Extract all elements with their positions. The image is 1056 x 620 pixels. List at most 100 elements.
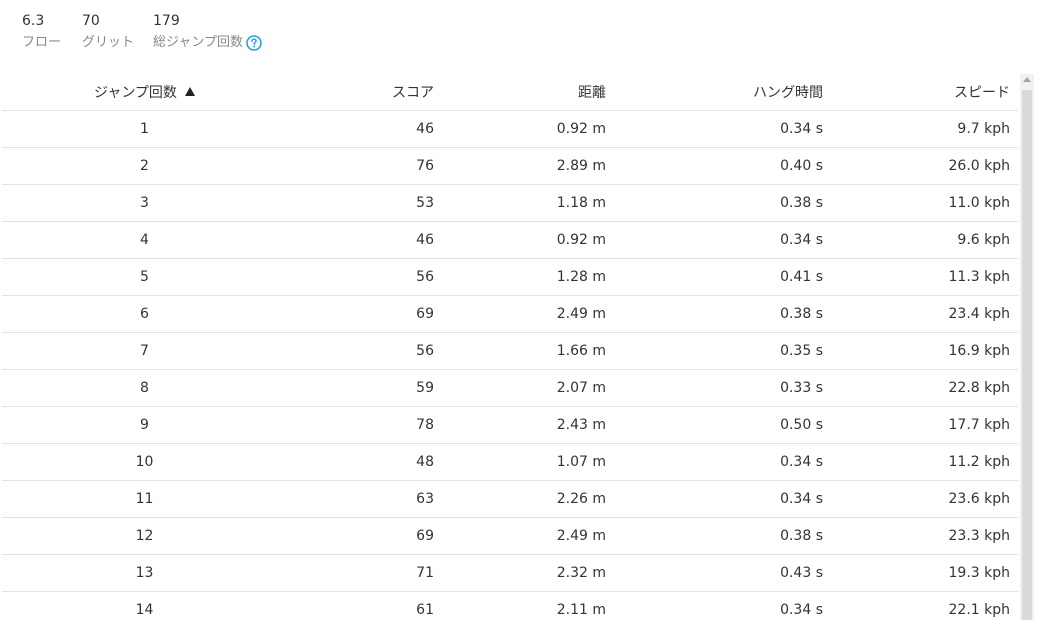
cell-speed: 9.6 kph <box>823 221 1018 259</box>
cell-speed: 23.6 kph <box>823 480 1018 518</box>
cell-score: 56 <box>287 332 434 370</box>
cell-speed: 23.3 kph <box>823 517 1018 555</box>
stat-grit-label: グリット <box>82 35 135 50</box>
cell-jump-number: 13 <box>2 554 287 592</box>
table-row[interactable]: 8 59 2.07 m 0.33 s 22.8 kph <box>2 369 1018 407</box>
stat-total-jumps-value: 179 <box>153 13 180 29</box>
cell-distance: 1.18 m <box>434 184 606 222</box>
cell-score: 71 <box>287 554 434 592</box>
stat-total-jumps-label: 総ジャンプ回数 <box>153 35 243 50</box>
cell-jump-number: 10 <box>2 443 287 481</box>
cell-score: 46 <box>287 221 434 259</box>
table-row[interactable]: 9 78 2.43 m 0.50 s 17.7 kph <box>2 406 1018 444</box>
cell-hang-time: 0.38 s <box>606 295 823 333</box>
column-header-score[interactable]: スコア <box>287 74 434 111</box>
table-row[interactable]: 4 46 0.92 m 0.34 s 9.6 kph <box>2 221 1018 259</box>
stat-flow: 6.3 フロー <box>22 12 82 52</box>
cell-hang-time: 0.40 s <box>606 147 823 185</box>
cell-speed: 11.3 kph <box>823 258 1018 296</box>
cell-distance: 2.32 m <box>434 554 606 592</box>
cell-jump-number: 7 <box>2 332 287 370</box>
stats-summary: 6.3 フロー 70 グリット 179 総ジャンプ回数 <box>22 12 273 52</box>
cell-score: 69 <box>287 517 434 555</box>
cell-hang-time: 0.35 s <box>606 332 823 370</box>
sort-ascending-icon <box>184 86 195 96</box>
cell-distance: 2.11 m <box>434 591 606 620</box>
scrollbar-thumb[interactable] <box>1022 90 1032 620</box>
cell-score: 53 <box>287 184 434 222</box>
cell-speed: 11.0 kph <box>823 184 1018 222</box>
column-header-distance[interactable]: 距離 <box>434 74 606 111</box>
cell-score: 61 <box>287 591 434 620</box>
cell-speed: 22.1 kph <box>823 591 1018 620</box>
vertical-scrollbar[interactable] <box>1020 74 1034 620</box>
cell-jump-number: 2 <box>2 147 287 185</box>
cell-score: 46 <box>287 110 434 148</box>
cell-speed: 26.0 kph <box>823 147 1018 185</box>
jumps-table-container: ジャンプ回数 スコア 距離 ハング時間 スピード 1 46 0.92 m 0.34 s… <box>2 74 1018 620</box>
table-row[interactable]: 7 56 1.66 m 0.35 s 16.9 kph <box>2 332 1018 370</box>
column-header-label: ジャンプ回数 <box>94 85 177 101</box>
cell-speed: 17.7 kph <box>823 406 1018 444</box>
cell-distance: 0.92 m <box>434 221 606 259</box>
table-row[interactable]: 11 63 2.26 m 0.34 s 23.6 kph <box>2 480 1018 518</box>
cell-jump-number: 4 <box>2 221 287 259</box>
cell-speed: 22.8 kph <box>823 369 1018 407</box>
table-row[interactable]: 13 71 2.32 m 0.43 s 19.3 kph <box>2 554 1018 592</box>
cell-hang-time: 0.38 s <box>606 517 823 555</box>
column-header-jump-count[interactable]: ジャンプ回数 <box>2 74 287 111</box>
table-row[interactable]: 14 61 2.11 m 0.34 s 22.1 kph <box>2 591 1018 620</box>
jumps-table: ジャンプ回数 スコア 距離 ハング時間 スピード 1 46 0.92 m 0.34 s… <box>2 74 1018 620</box>
cell-speed: 23.4 kph <box>823 295 1018 333</box>
cell-jump-number: 12 <box>2 517 287 555</box>
table-row[interactable]: 6 69 2.49 m 0.38 s 23.4 kph <box>2 295 1018 333</box>
cell-jump-number: 14 <box>2 591 287 620</box>
cell-jump-number: 5 <box>2 258 287 296</box>
cell-hang-time: 0.50 s <box>606 406 823 444</box>
stat-flow-label: フロー <box>22 35 62 50</box>
scroll-up-arrow-icon[interactable] <box>1023 77 1031 82</box>
cell-score: 56 <box>287 258 434 296</box>
cell-score: 59 <box>287 369 434 407</box>
cell-jump-number: 8 <box>2 369 287 407</box>
stat-total-jumps: 179 総ジャンプ回数 <box>153 12 273 52</box>
cell-jump-number: 9 <box>2 406 287 444</box>
cell-score: 63 <box>287 480 434 518</box>
table-row[interactable]: 3 53 1.18 m 0.38 s 11.0 kph <box>2 184 1018 222</box>
cell-hang-time: 0.38 s <box>606 184 823 222</box>
cell-hang-time: 0.34 s <box>606 480 823 518</box>
cell-hang-time: 0.41 s <box>606 258 823 296</box>
table-body: 1 46 0.92 m 0.34 s 9.7 kph 2 76 2.89 m 0.40 s 26.… <box>2 110 1018 620</box>
cell-jump-number: 1 <box>2 110 287 148</box>
table-header-row: ジャンプ回数 スコア 距離 ハング時間 スピード <box>2 74 1018 111</box>
cell-score: 78 <box>287 406 434 444</box>
cell-hang-time: 0.43 s <box>606 554 823 592</box>
cell-hang-time: 0.34 s <box>606 443 823 481</box>
table-row[interactable]: 12 69 2.49 m 0.38 s 23.3 kph <box>2 517 1018 555</box>
sort-control[interactable]: ジャンプ回数 <box>94 82 195 102</box>
question-circle-icon[interactable] <box>246 35 262 51</box>
cell-jump-number: 6 <box>2 295 287 333</box>
cell-distance: 2.49 m <box>434 295 606 333</box>
cell-speed: 19.3 kph <box>823 554 1018 592</box>
cell-distance: 2.07 m <box>434 369 606 407</box>
cell-speed: 9.7 kph <box>823 110 1018 148</box>
cell-distance: 2.49 m <box>434 517 606 555</box>
cell-hang-time: 0.34 s <box>606 221 823 259</box>
stat-grit-value: 70 <box>82 13 100 29</box>
cell-hang-time: 0.33 s <box>606 369 823 407</box>
cell-score: 69 <box>287 295 434 333</box>
cell-hang-time: 0.34 s <box>606 591 823 620</box>
cell-distance: 2.89 m <box>434 147 606 185</box>
column-header-hang-time[interactable]: ハング時間 <box>606 74 823 111</box>
cell-speed: 16.9 kph <box>823 332 1018 370</box>
table-row[interactable]: 5 56 1.28 m 0.41 s 11.3 kph <box>2 258 1018 296</box>
stat-total-jumps-label-row: 総ジャンプ回数 <box>153 34 273 52</box>
table-row[interactable]: 2 76 2.89 m 0.40 s 26.0 kph <box>2 147 1018 185</box>
table-row[interactable]: 1 46 0.92 m 0.34 s 9.7 kph <box>2 110 1018 148</box>
column-header-speed[interactable]: スピード <box>823 74 1018 111</box>
cell-score: 48 <box>287 443 434 481</box>
table-row[interactable]: 10 48 1.07 m 0.34 s 11.2 kph <box>2 443 1018 481</box>
cell-jump-number: 3 <box>2 184 287 222</box>
cell-distance: 1.28 m <box>434 258 606 296</box>
